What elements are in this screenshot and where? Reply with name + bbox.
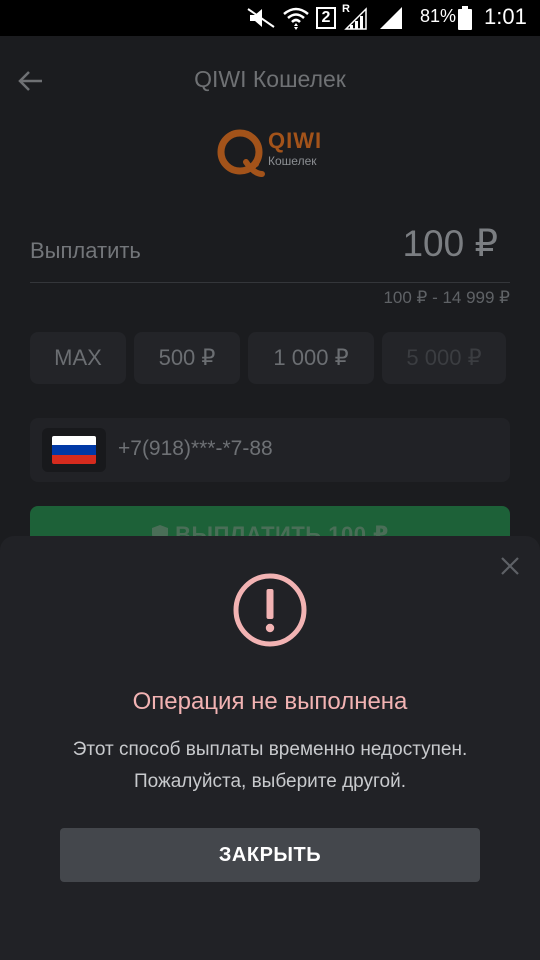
- preset-max-button[interactable]: MAX: [30, 332, 126, 384]
- alert-circle-icon: [233, 573, 307, 647]
- signal-icon-2: [380, 7, 402, 29]
- logo-brand: QIWI: [268, 128, 323, 153]
- amount-divider: [30, 282, 510, 283]
- preset-1000-button[interactable]: 1 000 ₽: [248, 332, 374, 384]
- sim-slot-badge: 2: [316, 7, 336, 29]
- phone-field[interactable]: +7(918)***-*7-88: [30, 418, 510, 482]
- battery-icon: [458, 6, 472, 30]
- qiwi-logo: QIWI Кошелек: [216, 128, 336, 182]
- status-bar: 2 R 81% 1:01: [0, 0, 540, 36]
- error-bottom-sheet: Операция не выполнена Этот способ выплат…: [0, 536, 540, 960]
- amount-input[interactable]: 100 ₽: [402, 222, 498, 265]
- status-clock: 1:01: [484, 4, 527, 29]
- app-content: QIWI Кошелек QIWI Кошелек Выплатить 100 …: [0, 36, 540, 960]
- close-button[interactable]: ЗАКРЫТЬ: [60, 828, 480, 882]
- signal-icon-1: R: [342, 3, 370, 31]
- status-icons: 2 R: [246, 3, 404, 32]
- mute-icon: [247, 8, 275, 28]
- amount-range-hint: 100 ₽ - 14 999 ₽: [383, 288, 510, 307]
- error-message-line-1: Этот способ выплаты временно недоступен.: [72, 739, 468, 760]
- error-message: Этот способ выплаты временно недоступен.…: [0, 734, 540, 798]
- error-title: Операция не выполнена: [132, 688, 408, 715]
- close-icon[interactable]: [498, 554, 522, 578]
- phone-number: +7(918)***-*7-88: [118, 437, 273, 460]
- error-message-line-2: Пожалуйста, выберите другой.: [133, 771, 406, 792]
- preset-5000-button[interactable]: 5 000 ₽: [382, 332, 506, 384]
- wifi-icon: [283, 7, 309, 30]
- country-flag-button[interactable]: [42, 428, 106, 472]
- phone-screen: 2 R 81% 1:01 QIWI Кошелек QIWI Кошелек В…: [0, 0, 540, 960]
- page-title: QIWI Кошелек: [194, 66, 346, 92]
- battery-percent: 81%: [420, 6, 457, 26]
- russia-flag-icon: [52, 436, 96, 464]
- logo-subtitle: Кошелек: [268, 154, 317, 168]
- preset-500-button[interactable]: 500 ₽: [134, 332, 240, 384]
- qiwi-logo-icon: [217, 129, 265, 177]
- amount-label: Выплатить: [30, 238, 141, 263]
